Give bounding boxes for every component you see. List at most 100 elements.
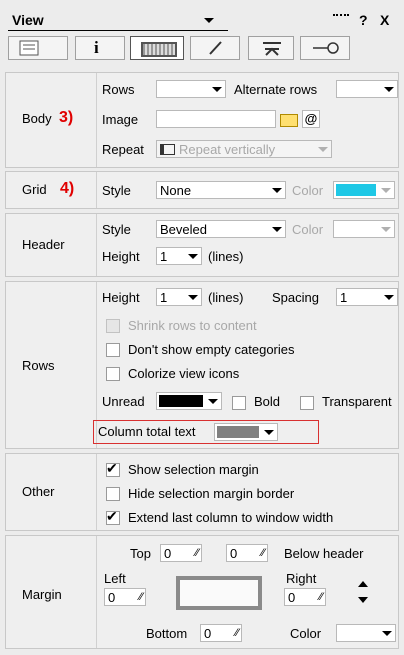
tab-list-view[interactable] [8,36,68,60]
margin-section-label-cell: Margin [6,536,97,648]
margin-color-label: Color [290,626,322,641]
show-selection-margin-label: Show selection margin [128,462,259,477]
bottom-spinner[interactable]: 0 ⁄⁄ [200,624,242,642]
shrink-rows-checkbox[interactable] [106,319,120,333]
rows-section-label: Rows [22,358,55,373]
unread-color-select[interactable] [156,392,222,410]
layout-icon [141,42,177,57]
shrink-rows-label: Shrink rows to content [128,318,257,333]
margin-color-select[interactable] [336,624,396,642]
rows-label: Rows [102,82,135,97]
grid-label: Grid [22,182,47,197]
extend-last-column-checkbox[interactable] [106,508,120,525]
grid-style-value: None [160,183,192,198]
scroll-down-icon[interactable] [358,597,368,603]
header-color-label: Color [292,222,324,237]
margin-label: Margin [22,587,62,602]
title-dropdown-arrow[interactable] [200,16,214,26]
help-icon[interactable]: ? [359,12,368,28]
right-spinner[interactable]: 0 ⁄⁄ [284,588,326,606]
repeat-select[interactable]: Repeat vertically [156,140,332,158]
tab-filter[interactable] [248,36,294,60]
spacing-value: 1 [340,290,348,305]
header-style-select[interactable]: Beveled [156,220,286,238]
top-spinner[interactable]: 0 ⁄⁄ [160,544,202,562]
empty-categories-checkbox[interactable] [106,343,120,357]
below-header-spinner[interactable]: 0 ⁄⁄ [226,544,268,562]
right-label: Right [286,571,317,586]
below-header-label: Below header [284,546,364,561]
repeat-label: Repeat [102,142,144,157]
margin-preview-icon [176,576,262,610]
bottom-label: Bottom [146,626,188,641]
spin-icon: ⁄⁄ [139,591,143,603]
other-section-label-cell: Other [6,454,97,530]
body-badge: 3) [59,109,74,126]
header-style-label: Style [102,222,131,237]
bold-checkbox[interactable] [232,396,246,410]
header-lines-label: (lines) [208,249,244,264]
tab-pen[interactable] [190,36,240,60]
at-button[interactable]: @ [302,110,320,128]
margin-section: Margin Top 0 ⁄⁄ 0 ⁄⁄ Below header Left 0 ⁄⁄… [5,535,399,649]
body-label: Body [22,111,52,126]
tab-layout[interactable] [130,36,184,60]
left-label: Left [104,571,126,586]
header-color-select[interactable] [333,220,395,238]
list-view-icon [19,40,39,56]
column-total-color-select[interactable] [214,423,278,441]
left-spinner[interactable]: 0 ⁄⁄ [104,588,146,606]
grid-color-label: Color [292,183,324,198]
close-icon[interactable]: X [380,12,389,28]
pen-icon [209,41,222,55]
header-height-select[interactable]: 1 [156,247,202,265]
below-header-value: 0 [230,546,238,561]
grid-badge: 4) [60,180,75,197]
colorize-icons-checkbox[interactable] [106,367,120,381]
other-label: Other [22,484,55,499]
alternate-rows-select[interactable] [336,80,398,98]
show-selection-margin-checkbox[interactable] [106,460,120,477]
spin-icon: ⁄⁄ [195,547,199,559]
header-section: Header Style Beveled Color Height 1 (lin… [5,213,399,277]
folder-icon[interactable] [280,114,298,127]
header-section-label-cell: Header [6,214,97,276]
bottom-value: 0 [204,626,212,641]
rows-height-label: Height [102,290,140,305]
info-icon: i [94,38,99,57]
rows-color-select[interactable] [156,80,226,98]
unread-label: Unread [102,394,145,409]
grid-style-select[interactable]: None [156,181,286,199]
grid-section: Grid 4) Style None Color [5,171,399,209]
tab-key[interactable] [300,36,350,60]
key-icon [313,42,339,54]
header-style-value: Beveled [160,222,207,237]
scroll-up-icon[interactable] [358,581,368,587]
spin-icon: ⁄⁄ [235,627,239,639]
repeat-vertical-icon [160,144,175,155]
hide-margin-border-label: Hide selection margin border [128,486,295,501]
right-value: 0 [288,590,296,605]
hide-margin-border-checkbox[interactable] [106,487,120,501]
rows-height-value: 1 [160,290,168,305]
body-section: Body 3) Rows Alternate rows Image @ Repe… [5,72,399,168]
rows-height-select[interactable]: 1 [156,288,202,306]
extend-last-column-label: Extend last column to window width [128,510,334,525]
spacing-select[interactable]: 1 [336,288,398,306]
spin-icon: ⁄⁄ [319,591,323,603]
unread-color-swatch [159,395,203,407]
grid-color-select[interactable] [333,181,395,199]
tab-info[interactable]: i [75,36,125,60]
keyboard-icon[interactable] [333,14,349,24]
colorize-icons-label: Colorize view icons [128,366,240,381]
header-label: Header [22,237,65,252]
transparent-checkbox[interactable] [300,396,314,410]
header-height-label: Height [102,249,140,264]
image-field[interactable] [156,110,276,128]
grid-section-label-cell: Grid 4) [6,172,97,208]
filter-icon [263,42,281,56]
left-value: 0 [108,590,116,605]
spacing-label: Spacing [272,290,319,305]
grid-color-swatch [336,184,376,196]
panel-title: View [12,12,44,28]
